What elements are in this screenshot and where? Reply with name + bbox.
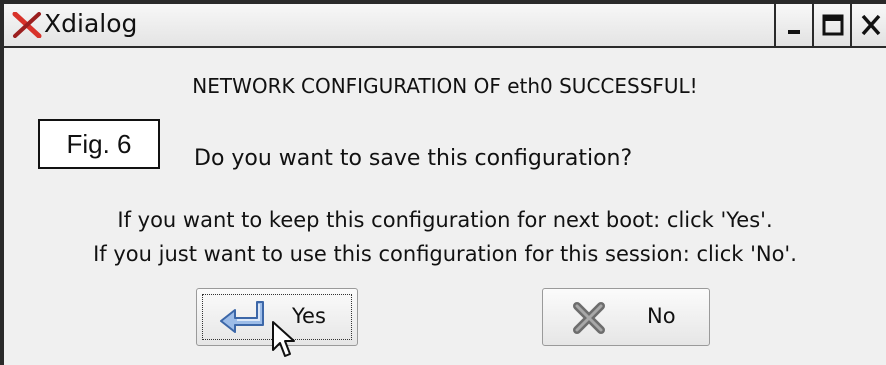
dialog-window: Xdialog NETWORK CONFIGURATION OF eth0 SU… xyxy=(0,0,886,365)
window-title: Xdialog xyxy=(44,9,138,38)
x-logo-icon xyxy=(12,12,42,38)
maximize-icon xyxy=(822,14,844,36)
title-bar[interactable]: Xdialog xyxy=(4,4,886,48)
minimize-icon xyxy=(788,30,800,34)
close-button[interactable] xyxy=(850,4,886,46)
figure-label: Fig. 6 xyxy=(38,119,160,169)
no-button[interactable]: No xyxy=(542,288,710,346)
x-cross-icon xyxy=(573,302,605,334)
info-line-1: If you want to keep this configuration f… xyxy=(117,208,773,232)
dialog-question: Do you want to save this configuration? xyxy=(194,146,633,171)
maximize-button[interactable] xyxy=(812,4,850,46)
dialog-heading: NETWORK CONFIGURATION OF eth0 SUCCESSFUL… xyxy=(192,74,698,98)
minimize-button[interactable] xyxy=(774,4,812,46)
enter-arrow-icon xyxy=(220,301,264,333)
mouse-pointer-icon xyxy=(272,321,295,357)
yes-button-label: Yes xyxy=(292,304,326,328)
close-icon xyxy=(861,14,881,36)
info-line-2: If you just want to use this configurati… xyxy=(93,242,797,266)
no-button-label: No xyxy=(647,304,676,328)
dialog-content: NETWORK CONFIGURATION OF eth0 SUCCESSFUL… xyxy=(4,48,886,365)
